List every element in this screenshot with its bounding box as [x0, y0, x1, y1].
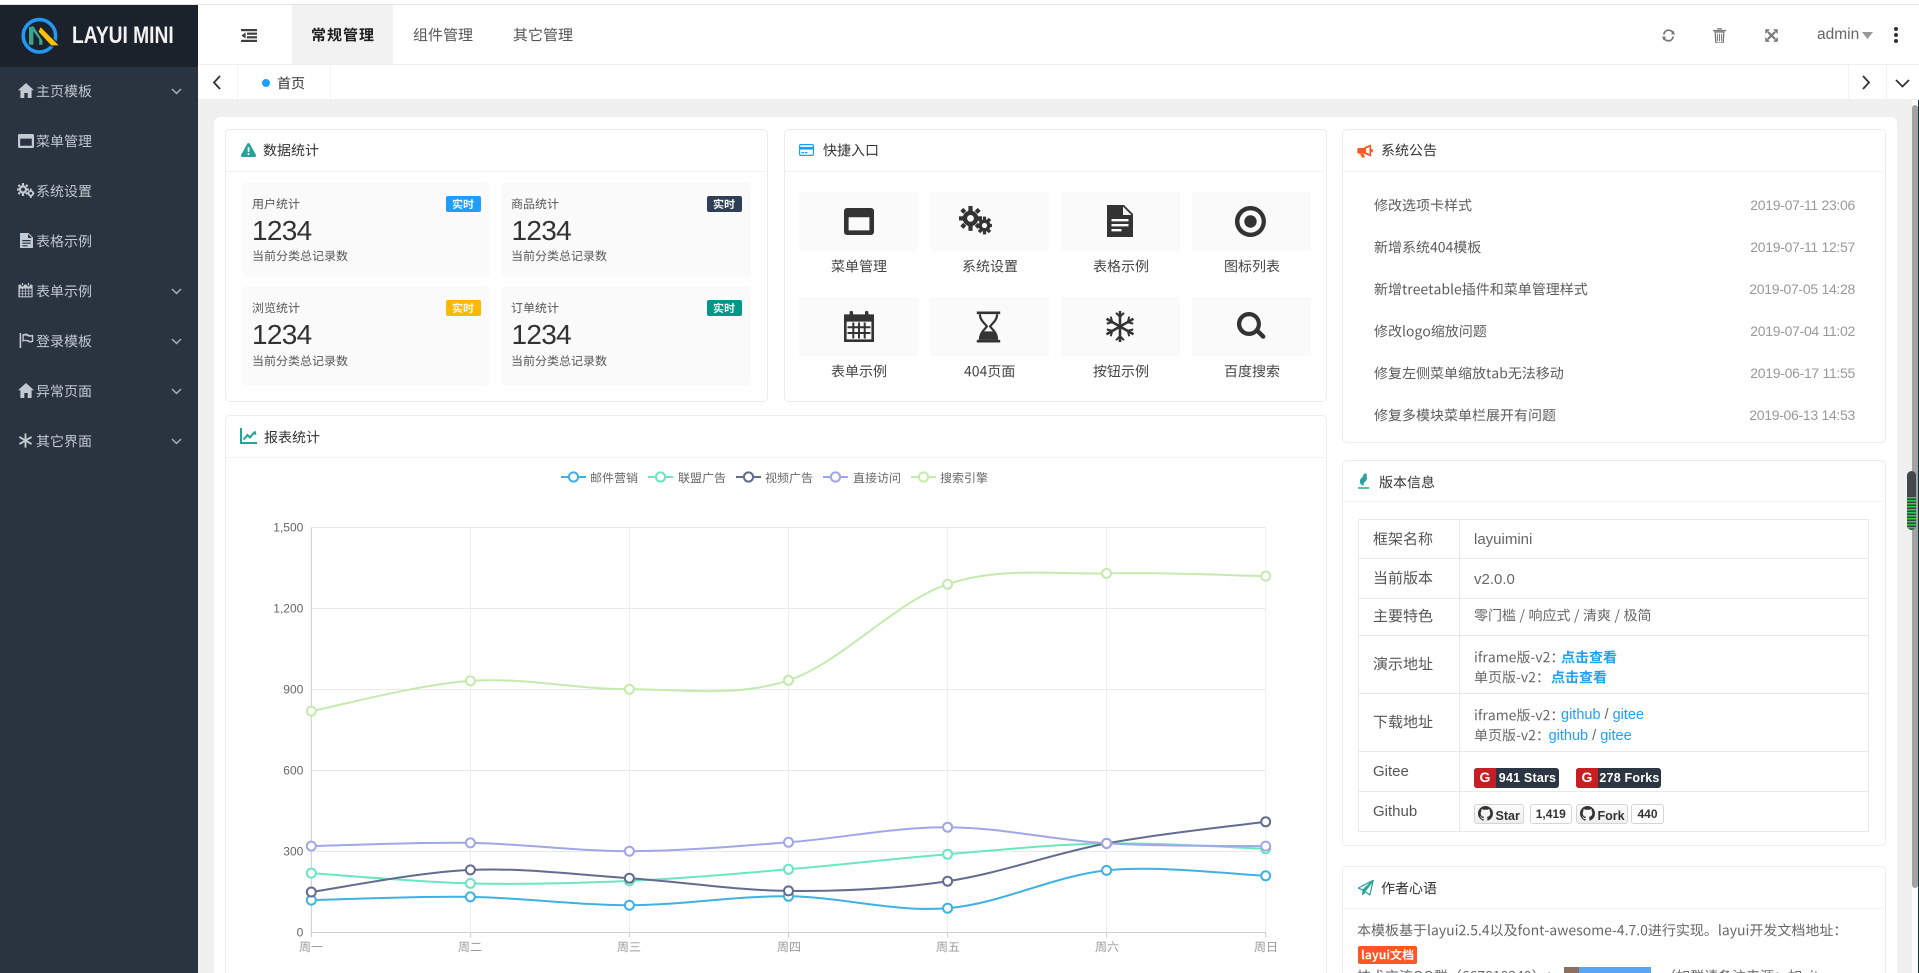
svg-text:600: 600 [283, 764, 303, 778]
svg-text:1,500: 1,500 [273, 521, 303, 535]
svg-text:0: 0 [297, 926, 304, 940]
svg-text:900: 900 [283, 683, 303, 697]
svg-text:300: 300 [283, 845, 303, 859]
svg-text:1,200: 1,200 [273, 602, 303, 616]
